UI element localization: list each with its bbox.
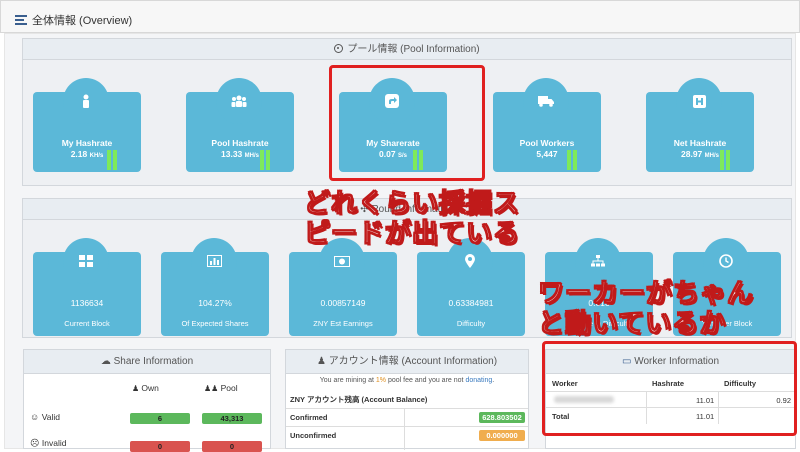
card-label: ZNY Est Earnings: [313, 319, 373, 328]
card-value: 2.18 KH/s: [70, 149, 104, 159]
bar-chart-icon: [191, 238, 237, 284]
cloud-icon: ☁: [100, 356, 114, 367]
unconfirmed-label: Unconfirmed: [290, 431, 337, 440]
truck-icon: [523, 78, 569, 124]
account-information-box: ♟ アカウント情報 (Account Information) You are …: [285, 349, 529, 450]
card-value: 104.27%: [198, 298, 232, 308]
card-label: Of Expected Shares: [181, 319, 249, 328]
group-icon: ♟♟: [204, 384, 221, 393]
user-icon: ♟: [316, 356, 329, 367]
pool-hashrate-card: Pool Hashrate 13.33 MH/s: [186, 78, 294, 172]
pool-workers-card: Pool Workers 5,447: [493, 78, 601, 172]
card-value: 13.33 MH/s: [221, 149, 259, 159]
valid-own-badge: 6: [130, 413, 190, 424]
donating-link[interactable]: donating: [465, 377, 492, 384]
share-information-box: ☁ Share Information ♟ Own ♟♟ Pool ☺ Vali…: [23, 349, 271, 452]
card-value: 0.63384981: [448, 298, 494, 308]
my-hashrate-card: My Hashrate 2.18 KH/s: [33, 78, 141, 172]
current-block-card: 1136634 Current Block: [33, 238, 141, 336]
net-hashrate-card: Net Hashrate 28.97 MH/s: [646, 78, 754, 172]
annotation-speed-line2: ピードが出ている: [303, 219, 521, 250]
card-value: 1136634: [70, 298, 104, 308]
user-icon: [63, 78, 109, 124]
invalid-pool-badge: 0: [202, 441, 262, 452]
overview-title: 全体情報 (Overview): [15, 12, 132, 28]
pool-information-header: プール情報 (Pool Information): [23, 39, 791, 60]
card-value: 0.00857149: [320, 298, 366, 308]
est-earnings-card: 0.00857149 ZNY Est Earnings: [289, 238, 397, 336]
annotation-workers-line2: と動いているか: [537, 309, 727, 340]
card-label: My Hashrate: [61, 138, 113, 148]
card-label: Difficulty: [456, 319, 486, 328]
card-label: Current Block: [64, 319, 110, 328]
group-icon: [216, 78, 262, 124]
list-icon: [15, 15, 27, 25]
card-value: 28.97 MH/s: [681, 149, 719, 159]
overview-header: 全体情報 (Overview): [0, 0, 800, 33]
target-icon: [334, 44, 344, 53]
share-col-pool: ♟♟ Pool: [204, 383, 238, 393]
worker-highlight-box: [542, 341, 797, 436]
user-icon: ♟: [132, 384, 142, 393]
difficulty-card: 0.63384981 Difficulty: [417, 238, 525, 336]
status-bars: [107, 150, 117, 170]
balance-title: ZNY アカウント残高 (Account Balance): [290, 395, 428, 404]
confirmed-badge: 628.803502: [479, 412, 525, 423]
unconfirmed-badge: 0.000000: [479, 430, 525, 441]
invalid-own-badge: 0: [130, 441, 190, 452]
expected-shares-card: 104.27% Of Expected Shares: [161, 238, 269, 336]
share-information-header: ☁ Share Information: [24, 350, 270, 374]
share-col-own: ♟ Own: [132, 383, 159, 393]
valid-pool-badge: 43,313: [202, 413, 262, 424]
status-bars: [260, 150, 270, 170]
card-value: 5,447: [536, 149, 558, 159]
status-bars: [567, 150, 577, 170]
smile-icon: ☺: [30, 412, 42, 422]
card-label: Net Hashrate: [673, 138, 727, 148]
frown-icon: ☹: [30, 438, 42, 448]
status-bars: [720, 150, 730, 170]
sharerate-highlight-box: [329, 65, 485, 181]
fee-note: You are mining at 1% pool fee and you ar…: [319, 377, 495, 384]
share-row-invalid: ☹ Invalid 0 0: [30, 438, 266, 452]
card-label: Pool Hashrate: [211, 138, 269, 148]
card-label: Pool Workers: [519, 138, 575, 148]
confirmed-label: Confirmed: [290, 413, 328, 422]
account-information-header: ♟ アカウント情報 (Account Information): [286, 350, 528, 374]
hospital-icon: [676, 78, 722, 124]
grid-icon: [63, 238, 109, 284]
share-row-valid: ☺ Valid 6 43,313: [30, 412, 266, 426]
